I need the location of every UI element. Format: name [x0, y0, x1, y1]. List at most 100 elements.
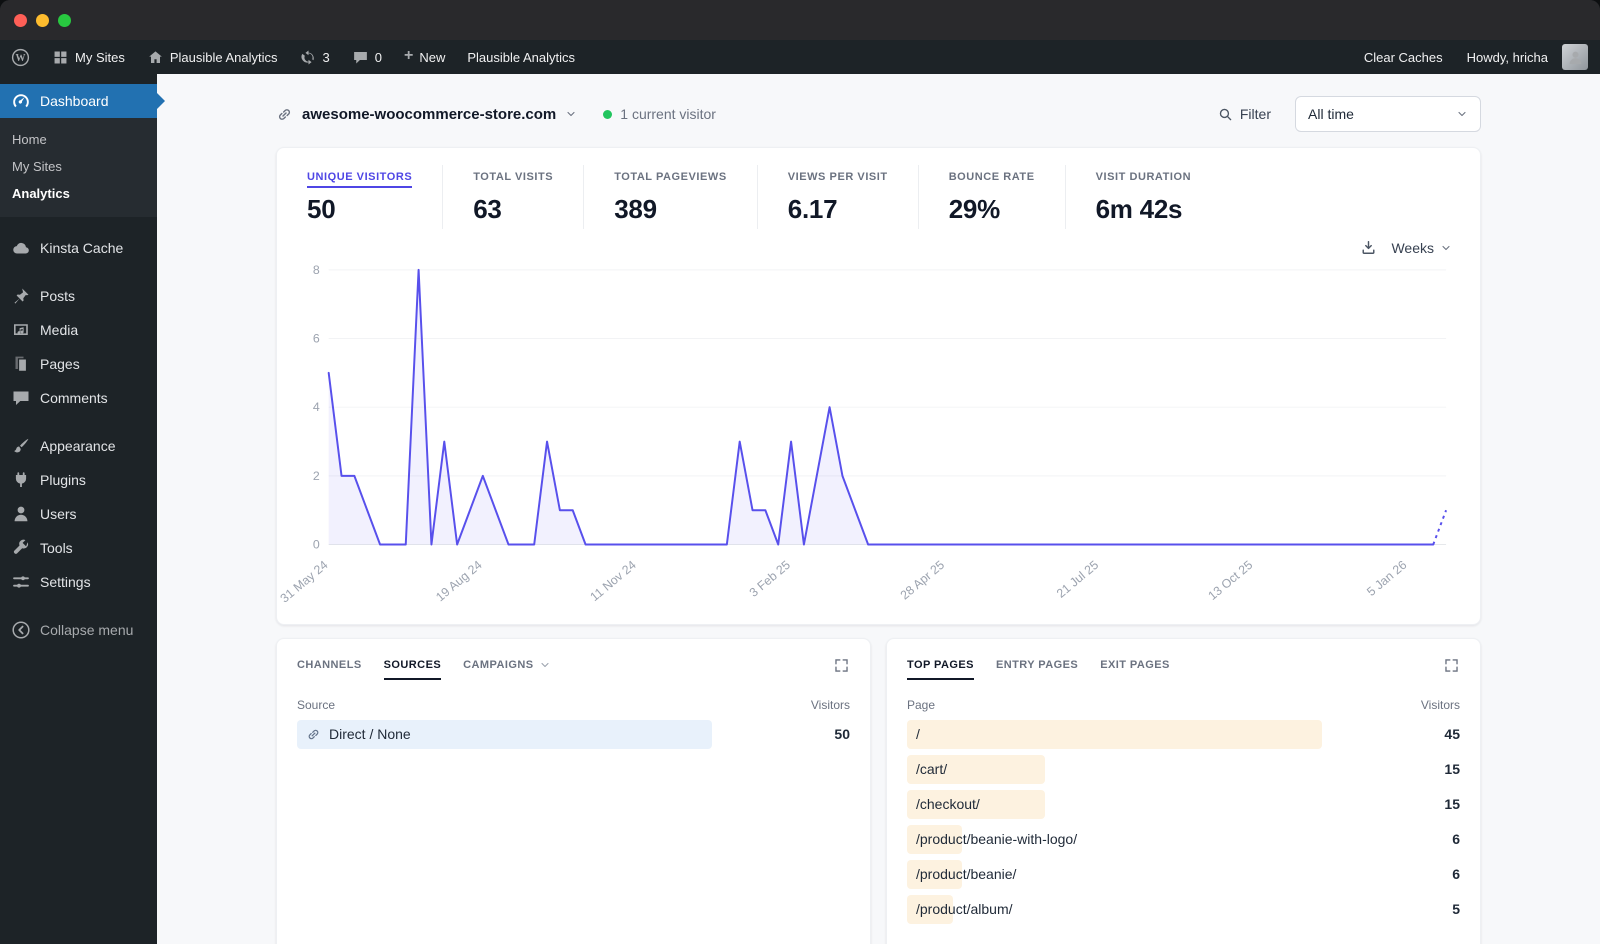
column-source: Source — [297, 697, 336, 712]
sidebar-item-label: Plugins — [40, 472, 86, 488]
dashboard-gauge-icon — [11, 91, 31, 111]
source-row-direct-none[interactable]: Direct / None 50 — [297, 719, 850, 749]
date-range-select[interactable]: All time — [1295, 96, 1481, 132]
pages-column-headers: Page Visitors — [907, 698, 1460, 712]
plus-icon: + — [403, 47, 414, 64]
current-visitors-indicator[interactable]: 1 current visitor — [603, 106, 716, 122]
expand-card-button[interactable] — [1443, 657, 1460, 674]
updates-indicator[interactable]: 3 — [289, 40, 341, 74]
tab-entry-pages[interactable]: ENTRY PAGES — [996, 659, 1078, 671]
stat-total-pageviews[interactable]: TOTAL PAGEVIEWS 389 — [583, 165, 757, 229]
live-dot — [603, 109, 613, 119]
svg-text:28 Apr 25: 28 Apr 25 — [898, 558, 948, 603]
comments-indicator[interactable]: 0 — [341, 40, 393, 74]
clear-caches-button[interactable]: Clear Caches — [1352, 40, 1455, 74]
line-chart-svg: 0 2 4 6 8 31 May 24 19 Aug 24 11 Nov 24 3 Feb 25… — [278, 263, 1448, 606]
expand-card-button[interactable] — [833, 657, 850, 674]
tab-exit-pages[interactable]: EXIT PAGES — [1100, 659, 1170, 671]
analytics-panel: UNIQUE VISITORS 50 TOTAL VISITS 63 TOTAL… — [276, 147, 1481, 625]
pages-icon — [11, 354, 31, 374]
comment-icon — [11, 388, 31, 408]
site-link-label: Plausible Analytics — [169, 49, 278, 65]
close-window-button[interactable] — [14, 13, 27, 27]
site-picker[interactable]: awesome-woocommerce-store.com — [276, 106, 577, 123]
stat-total-visits[interactable]: TOTAL VISITS 63 — [442, 165, 583, 229]
top-pages-card: TOP PAGES ENTRY PAGES EXIT PAGES Page Vi… — [886, 637, 1481, 944]
svg-text:3 Feb 25: 3 Feb 25 — [747, 558, 793, 600]
sidebar-item-label: Dashboard — [40, 93, 109, 109]
stat-visit-duration[interactable]: VISIT DURATION 6m 42s — [1064, 165, 1222, 229]
sidebar-item-users[interactable]: Users — [0, 497, 157, 531]
column-page: Page — [907, 697, 936, 712]
sidebar-item-settings[interactable]: Settings — [0, 565, 157, 599]
chevron-down-icon — [539, 659, 551, 671]
sidebar-item-posts[interactable]: Posts — [0, 279, 157, 313]
svg-text:19 Aug 24: 19 Aug 24 — [433, 558, 485, 605]
sidebar-item-label: Users — [40, 506, 77, 522]
new-content-menu[interactable]: + New — [393, 40, 456, 74]
page-row[interactable]: /cart/ 15 — [907, 754, 1460, 784]
svg-text:11 Nov 24: 11 Nov 24 — [588, 558, 639, 604]
tab-channels[interactable]: CHANNELS — [297, 659, 362, 671]
wp-admin-bar: My Sites Plausible Analytics 3 0 + New Pl… — [0, 40, 1600, 74]
column-visitors: Visitors — [1420, 697, 1460, 712]
expand-icon — [1443, 657, 1460, 674]
sidebar-item-label: Appearance — [40, 438, 116, 454]
my-sites-menu[interactable]: My Sites — [41, 40, 136, 74]
window-titlebar — [0, 0, 1600, 40]
howdy-label: Howdy, hricha — [1466, 49, 1548, 65]
person-icon — [1566, 48, 1585, 67]
macos-window: My Sites Plausible Analytics 3 0 + New Pl… — [0, 0, 1600, 944]
pushpin-icon — [11, 286, 31, 306]
plausible-header: awesome-woocommerce-store.com 1 current … — [276, 95, 1481, 133]
sidebar-item-pages[interactable]: Pages — [0, 347, 157, 381]
top-stats: UNIQUE VISITORS 50 TOTAL VISITS 63 TOTAL… — [277, 148, 1480, 237]
wp-logo-menu[interactable] — [0, 40, 41, 74]
interval-select[interactable]: Weeks — [1391, 240, 1452, 256]
updates-icon — [300, 49, 317, 66]
chevron-down-icon — [1440, 242, 1452, 254]
stat-bounce-rate[interactable]: BOUNCE RATE 29% — [917, 165, 1065, 229]
site-link-menu[interactable]: Plausible Analytics — [136, 40, 289, 74]
sidebar-item-appearance[interactable]: Appearance — [0, 429, 157, 463]
wordpress-logo-icon — [11, 48, 30, 67]
sidebar-subitem-analytics[interactable]: Analytics — [0, 180, 157, 207]
download-icon — [1360, 239, 1377, 256]
fullscreen-window-button[interactable] — [58, 13, 71, 27]
sidebar-subitem-home[interactable]: Home — [0, 126, 157, 153]
sidebar-item-kinsta-cache[interactable]: Kinsta Cache — [0, 231, 157, 265]
user-icon — [11, 504, 31, 524]
account-menu[interactable]: Howdy, hricha — [1455, 40, 1600, 74]
sidebar-item-dashboard[interactable]: Dashboard — [0, 84, 165, 118]
plausible-analytics-menu[interactable]: Plausible Analytics — [456, 40, 586, 74]
tab-top-pages[interactable]: TOP PAGES — [907, 659, 974, 681]
sidebar-subitem-my-sites[interactable]: My Sites — [0, 153, 157, 180]
plausible-menu-label: Plausible Analytics — [467, 49, 576, 65]
collapse-arrow-icon — [11, 620, 31, 640]
download-export-button[interactable] — [1360, 239, 1377, 256]
tab-campaigns[interactable]: CAMPAIGNS — [463, 659, 550, 671]
sidebar-item-tools[interactable]: Tools — [0, 531, 157, 565]
row-visitors: 5 — [1452, 901, 1460, 918]
sidebar-item-comments[interactable]: Comments — [0, 381, 157, 415]
minimize-window-button[interactable] — [36, 13, 49, 27]
filter-button[interactable]: Filter — [1218, 106, 1271, 122]
page-row[interactable]: /product/beanie-with-logo/ 6 — [907, 824, 1460, 854]
svg-text:6: 6 — [313, 331, 320, 345]
stat-views-per-visit[interactable]: VIEWS PER VISIT 6.17 — [756, 165, 918, 229]
collapse-menu-button[interactable]: Collapse menu — [0, 613, 157, 647]
row-visitors: 6 — [1452, 831, 1460, 848]
page-row[interactable]: /product/beanie/ 6 — [907, 859, 1460, 889]
svg-text:13 Oct 25: 13 Oct 25 — [1205, 558, 1255, 603]
sidebar-item-media[interactable]: Media — [0, 313, 157, 347]
page-row[interactable]: /product/album/ 5 — [907, 894, 1460, 924]
page-row[interactable]: / 45 — [907, 719, 1460, 749]
page-row[interactable]: /checkout/ 15 — [907, 789, 1460, 819]
row-visitors: 6 — [1452, 866, 1460, 883]
visitors-line-chart[interactable]: 0 2 4 6 8 31 May 24 19 Aug 24 11 Nov 24 3 Feb 25… — [277, 256, 1480, 622]
sidebar-item-plugins[interactable]: Plugins — [0, 463, 157, 497]
sources-column-headers: Source Visitors — [297, 698, 850, 712]
media-icon — [11, 320, 31, 340]
stat-unique-visitors[interactable]: UNIQUE VISITORS 50 — [305, 165, 442, 229]
tab-sources[interactable]: SOURCES — [383, 659, 442, 681]
